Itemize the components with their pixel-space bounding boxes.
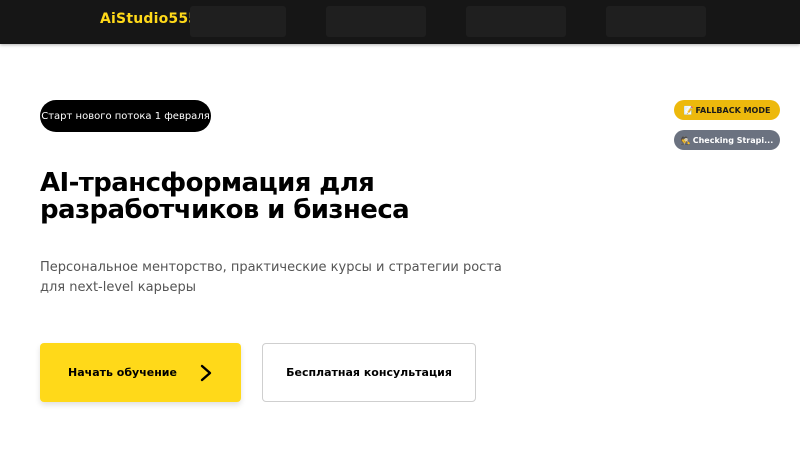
free-consultation-button[interactable]: Бесплатная консультация bbox=[262, 343, 476, 402]
nav-placeholder bbox=[326, 6, 426, 37]
start-learning-label: Начать обучение bbox=[68, 366, 177, 379]
chevron-right-icon bbox=[200, 364, 212, 381]
checking-strapi-badge: 🕵️ Checking Strapi... bbox=[674, 130, 780, 150]
free-consultation-label: Бесплатная консультация bbox=[286, 366, 452, 379]
fallback-mode-label: FALLBACK MODE bbox=[695, 105, 771, 115]
nav-placeholder bbox=[466, 6, 566, 37]
memo-icon: 📝 bbox=[683, 105, 694, 115]
hero-title-line-2: разработчиков и бизнеса bbox=[40, 195, 410, 225]
hero-title-line-1: AI-трансформация для bbox=[40, 168, 375, 198]
hero-title: AI-трансформация для разработчиков и биз… bbox=[40, 168, 410, 225]
checking-strapi-label: Checking Strapi... bbox=[692, 135, 774, 145]
hero-subtitle: Персональное менторство, практические ку… bbox=[40, 260, 502, 295]
nav-placeholder bbox=[190, 6, 286, 37]
nav-placeholder bbox=[606, 6, 706, 37]
logo[interactable]: AiStudio555 bbox=[100, 11, 198, 27]
navbar: AiStudio555 bbox=[0, 0, 800, 44]
fallback-mode-badge: 📝 FALLBACK MODE bbox=[674, 100, 780, 120]
start-learning-button[interactable]: Начать обучение bbox=[40, 343, 241, 402]
detective-icon: 🕵️ bbox=[680, 135, 691, 145]
launch-badge: Старт нового потока 1 февраля bbox=[40, 100, 211, 132]
